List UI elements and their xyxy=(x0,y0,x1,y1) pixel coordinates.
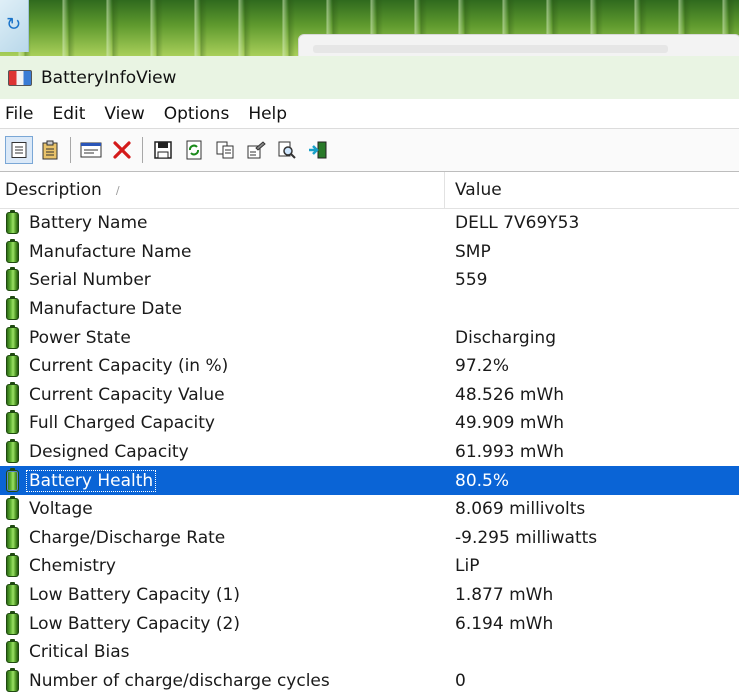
table-row-selected[interactable]: Battery Health 80.5% xyxy=(0,466,739,495)
row-value: 97.2% xyxy=(455,356,509,376)
row-description: Current Capacity (in %) xyxy=(29,356,228,376)
refresh-icon[interactable] xyxy=(180,136,208,164)
table-row[interactable]: Current Capacity Value 48.526 mWh xyxy=(0,381,739,410)
exit-icon[interactable] xyxy=(304,136,332,164)
row-value: 48.526 mWh xyxy=(455,385,564,405)
battery-icon xyxy=(6,498,19,520)
menu-edit[interactable]: Edit xyxy=(52,104,85,124)
properties-icon[interactable] xyxy=(5,136,33,164)
row-value: Discharging xyxy=(455,328,556,348)
toolbar xyxy=(0,128,739,172)
battery-icon xyxy=(6,327,19,349)
battery-icon xyxy=(6,470,19,492)
battery-icon xyxy=(6,613,19,635)
row-description: Number of charge/discharge cycles xyxy=(29,671,330,691)
options-icon[interactable] xyxy=(242,136,270,164)
title-bar: BatteryInfoView xyxy=(0,56,739,99)
app-window: BatteryInfoView File Edit View Options H… xyxy=(0,56,739,678)
row-description: Chemistry xyxy=(29,556,116,576)
delete-icon[interactable] xyxy=(108,136,136,164)
table-row[interactable]: Power State Discharging xyxy=(0,323,739,352)
toolbar-separator xyxy=(142,137,143,163)
table-row[interactable]: Designed Capacity 61.993 mWh xyxy=(0,438,739,467)
table-row[interactable]: Battery Name DELL 7V69Y53 xyxy=(0,209,739,238)
list-header: Description ∕ Value xyxy=(0,172,739,209)
find-icon[interactable] xyxy=(273,136,301,164)
column-header-value[interactable]: Value xyxy=(445,180,502,200)
row-value: 559 xyxy=(455,270,487,290)
battery-icon xyxy=(6,241,19,263)
row-value: SMP xyxy=(455,242,491,262)
column-header-description[interactable]: Description ∕ xyxy=(0,172,445,208)
battery-icon xyxy=(6,527,19,549)
table-row[interactable]: Manufacture Name SMP xyxy=(0,238,739,267)
row-value: 49.909 mWh xyxy=(455,413,564,433)
copy-icon[interactable] xyxy=(211,136,239,164)
row-description: Full Charged Capacity xyxy=(29,413,215,433)
row-value: LiP xyxy=(455,556,479,576)
row-description: Serial Number xyxy=(29,270,151,290)
row-description: Current Capacity Value xyxy=(29,385,225,405)
table-row[interactable]: Low Battery Capacity (2) 6.194 mWh xyxy=(0,609,739,638)
table-row[interactable]: Number of charge/discharge cycles 0 xyxy=(0,667,739,695)
menu-view[interactable]: View xyxy=(104,104,144,124)
row-description: Power State xyxy=(29,328,131,348)
battery-icon xyxy=(6,555,19,577)
toolbar-separator xyxy=(70,137,71,163)
battery-icon xyxy=(6,384,19,406)
table-row[interactable]: Voltage 8.069 millivolts xyxy=(0,495,739,524)
save-icon[interactable] xyxy=(149,136,177,164)
table-row[interactable]: Charge/Discharge Rate -9.295 milliwatts xyxy=(0,524,739,553)
row-value: 1.877 mWh xyxy=(455,585,553,605)
battery-icon xyxy=(6,269,19,291)
battery-icon xyxy=(6,298,19,320)
menu-options[interactable]: Options xyxy=(164,104,230,124)
table-row[interactable]: Chemistry LiP xyxy=(0,552,739,581)
table-row[interactable]: Low Battery Capacity (1) 1.877 mWh xyxy=(0,581,739,610)
row-description: Low Battery Capacity (1) xyxy=(29,585,240,605)
battery-info-icon[interactable] xyxy=(77,136,105,164)
table-row[interactable]: Serial Number 559 xyxy=(0,266,739,295)
row-value: -9.295 milliwatts xyxy=(455,528,597,548)
row-description: Low Battery Capacity (2) xyxy=(29,614,240,634)
row-description: Charge/Discharge Rate xyxy=(29,528,225,548)
battery-icon xyxy=(6,355,19,377)
app-icon xyxy=(8,70,32,86)
row-description: Designed Capacity xyxy=(29,442,189,462)
row-value: 80.5% xyxy=(455,471,509,491)
window-title: BatteryInfoView xyxy=(41,68,176,88)
row-description: Manufacture Name xyxy=(29,242,191,262)
battery-icon xyxy=(6,441,19,463)
battery-icon xyxy=(6,641,19,663)
menu-bar: File Edit View Options Help xyxy=(0,99,739,128)
table-row[interactable]: Manufacture Date xyxy=(0,295,739,324)
row-description: Manufacture Date xyxy=(29,299,182,319)
column-header-description-label: Description xyxy=(5,180,102,200)
row-value: 8.069 millivolts xyxy=(455,499,585,519)
desktop-shortcut-icon[interactable]: ↻ xyxy=(0,0,29,52)
column-header-value-label: Value xyxy=(455,180,502,200)
row-value: 61.993 mWh xyxy=(455,442,564,462)
row-value: DELL 7V69Y53 xyxy=(455,213,579,233)
table-row[interactable]: Full Charged Capacity 49.909 mWh xyxy=(0,409,739,438)
row-description: Battery Health xyxy=(27,471,155,491)
table-row[interactable]: Critical Bias xyxy=(0,638,739,667)
battery-icon xyxy=(6,670,19,692)
row-description: Voltage xyxy=(29,499,93,519)
row-description: Battery Name xyxy=(29,213,147,233)
menu-help[interactable]: Help xyxy=(248,104,287,124)
report-icon[interactable] xyxy=(36,136,64,164)
battery-icon xyxy=(6,584,19,606)
row-value: 6.194 mWh xyxy=(455,614,553,634)
background-window-bar xyxy=(313,45,668,53)
table-row[interactable]: Current Capacity (in %) 97.2% xyxy=(0,352,739,381)
battery-icon xyxy=(6,412,19,434)
battery-icon xyxy=(6,212,19,234)
menu-file[interactable]: File xyxy=(5,104,33,124)
sort-arrow-icon: ∕ xyxy=(116,184,120,197)
properties-list: Description ∕ Value Battery Name DELL 7V6… xyxy=(0,172,739,695)
row-value: 0 xyxy=(455,671,466,691)
row-description: Critical Bias xyxy=(29,642,130,662)
